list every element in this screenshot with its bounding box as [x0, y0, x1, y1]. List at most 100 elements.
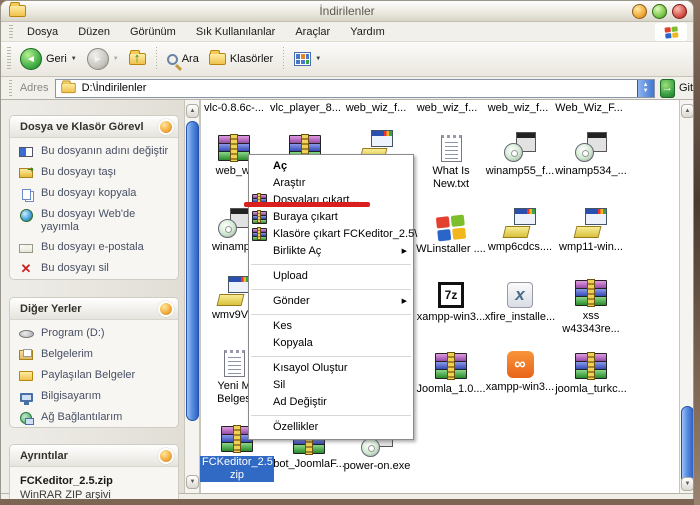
file-label[interactable]: web_wi: [216, 165, 253, 178]
file-label[interactable]: web_wiz_f...: [483, 102, 553, 114]
file-label[interactable]: Web_Wiz_F...: [554, 102, 624, 114]
file-label[interactable]: wmp11-win...: [559, 241, 623, 254]
scroll-down-icon[interactable]: ▼: [186, 475, 199, 489]
views-dropdown-icon[interactable]: ▼: [315, 56, 321, 62]
context-menu-item-birlikte-a[interactable]: Birlikte Aç▶: [249, 243, 413, 260]
place-item[interactable]: Paylaşılan Belgeler: [18, 369, 172, 383]
address-drag-handle[interactable]: [9, 80, 12, 95]
back-button[interactable]: ◄ Geri ▼: [15, 44, 82, 74]
scroll-down-icon[interactable]: ▼: [681, 477, 694, 491]
file-item[interactable]: 7zxampp-win3...: [416, 278, 486, 324]
file-label[interactable]: vlc-0.8.6c-...: [199, 102, 269, 114]
sidebar-scrollbar[interactable]: ▲ ▼: [184, 100, 200, 493]
file-label[interactable]: bot_JoomlaF...: [273, 458, 345, 471]
folders-button[interactable]: Klasörler: [204, 44, 278, 74]
file-label[interactable]: xfire_installe...: [485, 311, 555, 324]
menubar-item-düzen[interactable]: Düzen: [68, 24, 120, 40]
collapse-panel-icon[interactable]: [158, 119, 174, 135]
file-label[interactable]: joomla_turkc...: [555, 383, 627, 396]
content-scroll-thumb[interactable]: [681, 406, 694, 484]
sidebar-scroll-thumb[interactable]: [186, 121, 199, 421]
place-item[interactable]: Belgelerim: [18, 348, 172, 362]
context-menu-item-buraya-kart[interactable]: Buraya çıkart: [249, 209, 413, 226]
file-item[interactable]: wmp6cdcs....: [485, 208, 555, 254]
context-menu-item-k-sayol-olu-tur[interactable]: Kısayol Oluştur: [249, 360, 413, 377]
place-item[interactable]: Ağ Bağlantılarım: [18, 411, 172, 425]
forward-button[interactable]: ► ▼: [82, 44, 124, 74]
scroll-up-icon[interactable]: ▲: [681, 104, 694, 118]
context-menu-item-sil[interactable]: Sil: [249, 377, 413, 394]
scroll-up-icon[interactable]: ▲: [186, 104, 199, 118]
file-item[interactable]: ∞xampp-win3...: [485, 348, 555, 394]
file-label[interactable]: xampp-win3...: [417, 311, 485, 324]
file-label[interactable]: WLinstaller ....: [416, 243, 486, 256]
file-label[interactable]: web_wiz_f...: [341, 102, 411, 114]
back-dropdown-icon[interactable]: ▼: [71, 56, 77, 62]
context-menu-item-g-nder[interactable]: Gönder▶: [249, 293, 413, 310]
file-label[interactable]: wmp6cdcs....: [488, 241, 552, 254]
file-label[interactable]: vlc_player_8...: [270, 102, 340, 114]
file-item[interactable]: xxfire_installe...: [485, 278, 555, 324]
selected-file-label[interactable]: FCKeditor_2.5. zip: [200, 456, 274, 482]
file-label[interactable]: Joomla_1.0....: [416, 383, 485, 396]
details-panel-title: Ayrıntılar: [20, 450, 68, 462]
file-item[interactable]: Joomla_1.0....: [416, 350, 486, 396]
toolbar-drag-handle[interactable]: [7, 47, 11, 71]
task-item[interactable]: Bu dosyayı kopyala: [18, 187, 172, 201]
file-item[interactable]: What Is New.txt: [416, 132, 486, 191]
task-item[interactable]: Bu dosyanın adını değiştir: [18, 145, 172, 159]
context-menu-item-a[interactable]: Aç: [249, 158, 413, 175]
task-item[interactable]: Bu dosyayı taşı: [18, 166, 172, 180]
menu-drag-handle[interactable]: [9, 25, 13, 38]
winrar-archive-icon: [218, 132, 250, 162]
file-label[interactable]: xampp-win3...: [486, 381, 554, 394]
views-button[interactable]: ▼: [289, 44, 326, 74]
context-menu-item-kopyala[interactable]: Kopyala: [249, 335, 413, 352]
maximize-button[interactable]: [652, 4, 667, 19]
file-item[interactable]: joomla_turkc...: [556, 350, 626, 396]
network-icon: [18, 411, 34, 425]
task-item[interactable]: ✕Bu dosyayı sil: [18, 262, 172, 276]
menubar-item-görünüm[interactable]: Görünüm: [120, 24, 186, 40]
context-menu-item-zellikler[interactable]: Özellikler: [249, 419, 413, 436]
context-menu-item-ad-de-i-tir[interactable]: Ad Değiştir: [249, 394, 413, 411]
file-item[interactable]: winamp534_...: [556, 132, 626, 178]
place-item[interactable]: Program (D:): [18, 327, 172, 341]
close-button[interactable]: [672, 4, 687, 19]
menubar-item-sık-kullanılanlar[interactable]: Sık Kullanılanlar: [186, 24, 286, 40]
file-label[interactable]: xss w43343re...: [560, 310, 622, 336]
up-button[interactable]: [124, 44, 151, 74]
menubar-item-yardım[interactable]: Yardım: [340, 24, 395, 40]
context-menu-item-upload[interactable]: Upload: [249, 268, 413, 285]
details-panel-header[interactable]: Ayrıntılar: [10, 445, 178, 467]
context-menu-item-kes[interactable]: Kes: [249, 318, 413, 335]
menubar-item-dosya[interactable]: Dosya: [17, 24, 68, 40]
task-item[interactable]: Bu dosyayı Web'de yayımla: [18, 208, 172, 234]
task-item[interactable]: Bu dosyayı e-postala: [18, 241, 172, 255]
minimize-button[interactable]: [632, 4, 647, 19]
collapse-panel-icon[interactable]: [158, 301, 174, 317]
installer-box-icon: [575, 208, 607, 238]
file-label[interactable]: winamp55_f...: [486, 165, 554, 178]
address-input[interactable]: D:\İndirilenler ▲▼: [55, 79, 655, 98]
file-label[interactable]: winamp534_...: [555, 165, 627, 178]
file-item[interactable]: winamp55_f...: [485, 132, 555, 178]
task-panel-header[interactable]: Dosya ve Klasör Görevl: [10, 116, 178, 138]
file-label[interactable]: What Is New.txt: [425, 165, 477, 191]
place-item[interactable]: Bilgisayarım: [18, 390, 172, 404]
file-item[interactable]: wmp11-win...: [556, 208, 626, 254]
menubar-item-araçlar[interactable]: Araçlar: [285, 24, 340, 40]
address-dropdown-button[interactable]: ▲▼: [637, 80, 654, 97]
content-scrollbar[interactable]: ▲ ▼: [679, 100, 694, 493]
go-button[interactable]: →: [660, 79, 675, 98]
file-item[interactable]: xss w43343re...: [556, 277, 626, 336]
places-panel-header[interactable]: Diğer Yerler: [10, 298, 178, 320]
context-menu-item-klas-re-kart-fckeditor-2-5[interactable]: Klasöre çıkart FCKeditor_2.5\: [249, 226, 413, 243]
file-label[interactable]: power-on.exe: [344, 460, 411, 473]
collapse-panel-icon[interactable]: [158, 448, 174, 464]
context-menu-item-ara-t-r[interactable]: Araştır: [249, 175, 413, 192]
file-item[interactable]: WLinstaller ....: [416, 210, 486, 256]
file-label[interactable]: web_wiz_f...: [412, 102, 482, 114]
title-bar[interactable]: İndirilenler: [1, 1, 693, 22]
search-button[interactable]: Ara: [162, 44, 204, 74]
